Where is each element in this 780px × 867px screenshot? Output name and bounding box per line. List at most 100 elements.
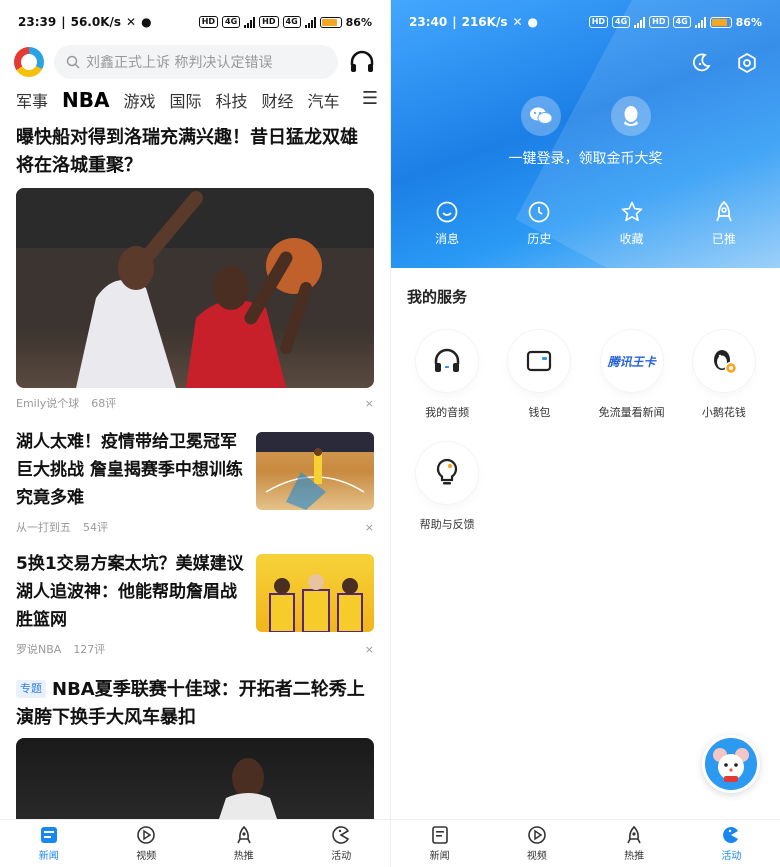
news-item[interactable]: 专题 NBA夏季联赛十佳球：开拓者二轮秀上演胯下换手大风车暴扣 (16, 676, 374, 828)
news-item[interactable]: 5换1交易方案太坑？美媒建议湖人追波神：他能帮助詹眉战胜篮网 罗说NBA 127评… (16, 550, 374, 664)
service-penguin-pay[interactable]: 小鹅花钱 (678, 330, 770, 420)
tab-messages[interactable]: 消息 (412, 200, 482, 247)
message-smile-icon (436, 201, 458, 223)
channel-menu-icon[interactable]: ☰ (357, 88, 378, 109)
wangka-logo: 腾讯王卡 (607, 354, 656, 369)
news-source: Emily说个球 (16, 397, 80, 410)
status-time: 23:39 (18, 15, 57, 29)
battery-percent: 86% (345, 15, 372, 29)
tab-games[interactable]: 游戏 (123, 88, 155, 112)
login-prompt[interactable]: 一键登录，领取金币大奖 (391, 148, 780, 168)
service-wallet[interactable]: 钱包 (493, 330, 585, 420)
news-icon (431, 826, 448, 844)
news-title[interactable]: 5换1交易方案太坑？美媒建议湖人追波神：他能帮助詹眉战胜篮网 (16, 550, 244, 634)
top-bar: 刘鑫正式上诉 称判决认定错误 (0, 44, 390, 80)
news-item[interactable]: 曝快船对得到洛瑞充满兴趣！昔日猛龙双雄将在洛城重聚？ Emily说个球 68评 (16, 124, 374, 418)
nav-hot[interactable]: 热推 (214, 825, 274, 862)
comment-count: 68评 (91, 397, 117, 410)
tab-favorites[interactable]: 收藏 (597, 200, 667, 247)
hd-badge: HD (259, 16, 279, 28)
bottom-nav: 新闻 视频 热推 活动 (0, 819, 390, 867)
qq-penguin-icon (623, 106, 638, 126)
pacman-icon (723, 827, 739, 843)
network-badge: 4G (672, 16, 691, 28)
night-mode-icon[interactable] (690, 52, 712, 74)
mute-icon: ✕ (512, 15, 523, 29)
mute-icon: ✕ (126, 15, 137, 29)
hd-badge: HD (198, 16, 219, 28)
quick-tabs: 消息 历史 收藏 已推 (391, 200, 780, 247)
nav-video[interactable]: 视频 (507, 825, 567, 862)
hd-badge: HD (588, 16, 609, 28)
service-help-feedback[interactable]: 帮助与反馈 (401, 442, 493, 532)
signal-icon (244, 16, 256, 28)
signal-icon (694, 16, 706, 28)
hero-tools (690, 52, 758, 74)
status-bar: 23:40 | 216K/s ✕ ● HD 4G HD 4G 86% (409, 15, 762, 29)
rocket-icon (627, 825, 641, 844)
wallet-icon (527, 350, 552, 372)
news-image[interactable] (16, 738, 374, 828)
signal-icon (304, 16, 316, 28)
star-icon (621, 201, 642, 222)
wechat-login-button[interactable] (520, 96, 561, 136)
tab-auto[interactable]: 汽车 (308, 88, 340, 112)
news-title[interactable]: NBA夏季联赛十佳球：开拓者二轮秀上演胯下换手大风车暴扣 (16, 679, 365, 728)
nav-news[interactable]: 新闻 (410, 825, 470, 862)
tab-international[interactable]: 国际 (170, 88, 202, 112)
news-thumbnail[interactable] (256, 554, 374, 632)
dismiss-button[interactable]: × (365, 397, 374, 410)
tab-finance[interactable]: 财经 (262, 88, 294, 112)
nav-news[interactable]: 新闻 (19, 825, 79, 862)
dismiss-button[interactable]: × (365, 521, 374, 534)
login-options (391, 96, 780, 136)
nav-video[interactable]: 视频 (116, 825, 176, 862)
dismiss-button[interactable]: × (365, 643, 374, 656)
network-badge: 4G (612, 16, 631, 28)
nav-hot[interactable]: 热推 (604, 825, 664, 862)
notification-icon: ● (527, 15, 539, 29)
news-feed-screen: 23:39 | 56.0K/s ✕ ● HD 4G HD 4G 86% 刘鑫正式… (0, 0, 390, 867)
battery-icon (709, 16, 732, 28)
search-placeholder: 刘鑫正式上诉 称判决认定错误 (86, 55, 273, 71)
comment-count: 127评 (73, 643, 106, 656)
network-badge: 4G (222, 16, 241, 28)
network-badge: 4G (282, 16, 301, 28)
search-icon (66, 55, 80, 69)
profile-screen: 23:40 | 216K/s ✕ ● HD 4G HD 4G 86% 一键登录，… (390, 0, 780, 867)
pacman-icon (332, 826, 350, 844)
qq-login-button[interactable] (610, 96, 651, 136)
news-image[interactable] (16, 188, 374, 388)
clock-icon (529, 201, 550, 223)
news-thumbnail[interactable] (256, 432, 374, 510)
tab-history[interactable]: 历史 (504, 200, 574, 247)
nav-activity[interactable]: 活动 (311, 825, 371, 862)
mascot-float-button[interactable] (702, 735, 760, 793)
channel-tabs: 军事 NBA 游戏 国际 科技 财经 汽车 ☰ (0, 86, 390, 114)
tab-military[interactable]: 军事 (16, 88, 48, 112)
hd-badge: HD (649, 16, 669, 28)
news-title[interactable]: 湖人太难！疫情带给卫冕冠军巨大挑战 詹皇揭赛季中想训练究竟多难 (16, 428, 244, 512)
service-my-audio[interactable]: 我的音频 (401, 330, 493, 420)
search-input[interactable]: 刘鑫正式上诉 称判决认定错误 (54, 45, 338, 79)
news-meta: Emily说个球 68评 × (16, 388, 374, 418)
services-grid: 我的音频 钱包 腾讯王卡 免流量看新闻 小鹅花钱 帮助与反馈 (401, 330, 770, 532)
battery-icon (319, 16, 342, 28)
news-title[interactable]: 曝快船对得到洛瑞充满兴趣！昔日猛龙双雄将在洛城重聚？ (16, 124, 374, 180)
tab-tech[interactable]: 科技 (216, 88, 248, 112)
mouse-mascot-icon (713, 748, 749, 782)
news-feed: 曝快船对得到洛瑞充满兴趣！昔日猛龙双雄将在洛城重聚？ Emily说个球 68评 (16, 124, 374, 828)
nav-activity[interactable]: 活动 (701, 825, 761, 862)
battery-percent: 86% (735, 15, 762, 29)
news-source: 从一打到五 (16, 521, 71, 534)
news-item[interactable]: 湖人太难！疫情带给卫冕冠军巨大挑战 詹皇揭赛季中想训练究竟多难 从一打到五 54评… (16, 428, 374, 542)
news-icon (40, 827, 57, 843)
app-logo-icon[interactable] (14, 47, 44, 77)
headphone-icon[interactable] (348, 48, 376, 76)
settings-gear-icon[interactable] (736, 52, 758, 74)
service-free-data[interactable]: 腾讯王卡 免流量看新闻 (586, 330, 678, 420)
news-source: 罗说NBA (16, 643, 62, 656)
tab-pushed[interactable]: 已推 (689, 200, 759, 247)
tab-nba[interactable]: NBA (62, 88, 109, 112)
status-speed: 216K/s (461, 15, 508, 29)
